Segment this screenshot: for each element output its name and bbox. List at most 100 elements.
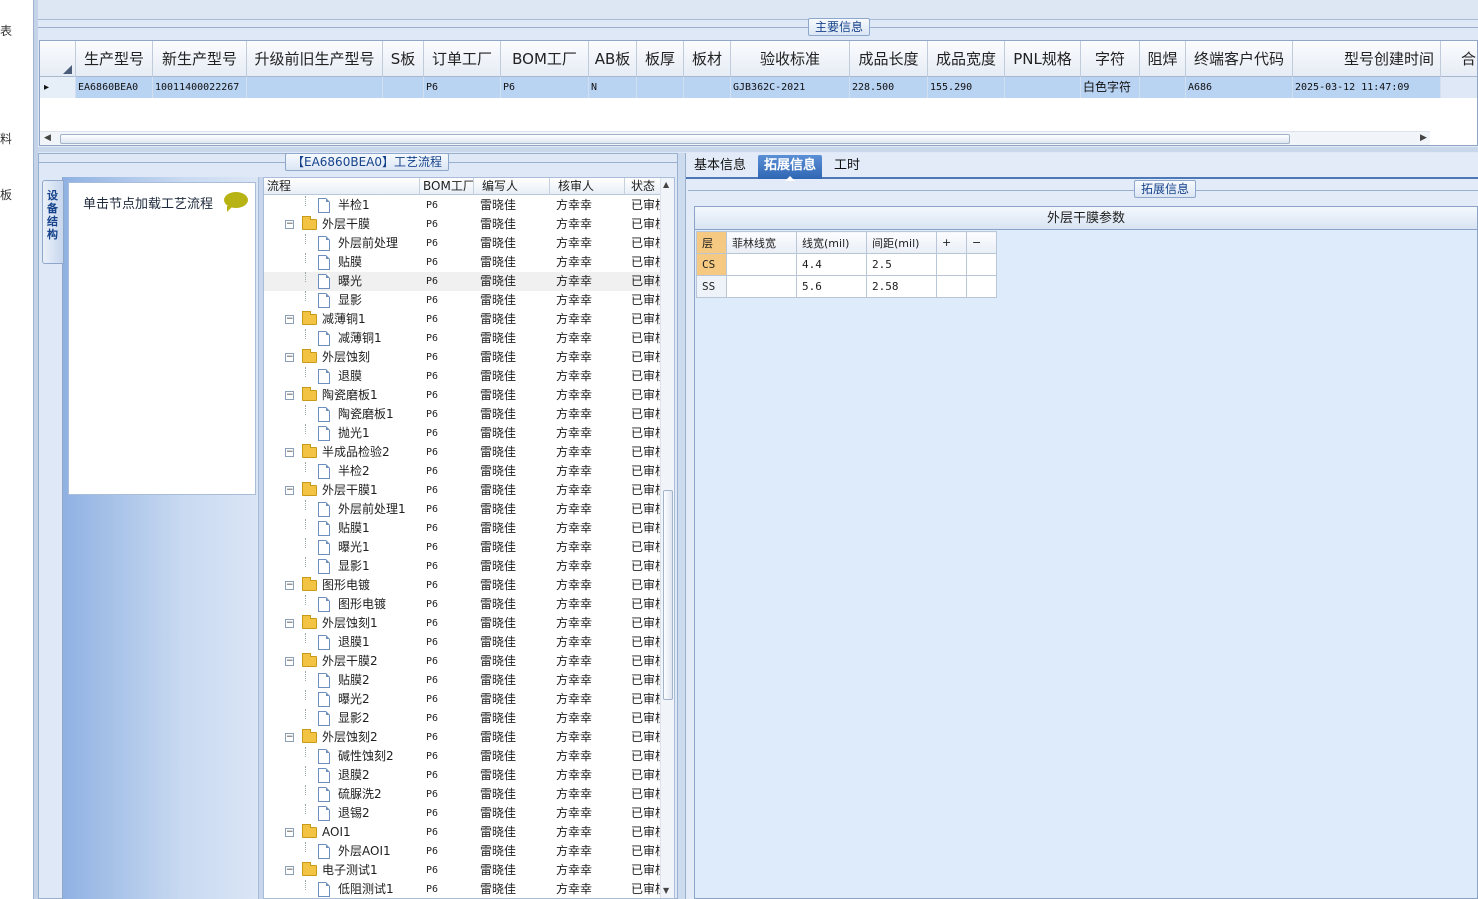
tree-row[interactable]: − 外层干膜1 P6 雷晓佳 方幸幸 已审核: [264, 481, 674, 500]
cell-bom-factory[interactable]: P6: [420, 785, 474, 804]
cell-status[interactable]: 已审核: [625, 519, 665, 538]
cell-writer[interactable]: 雷晓佳: [474, 234, 550, 253]
cell-reviewer[interactable]: 方幸幸: [550, 823, 625, 842]
tree-row[interactable]: − 外层干膜 P6 雷晓佳 方幸幸 已审核: [264, 215, 674, 234]
cell-writer[interactable]: 雷晓佳: [474, 405, 550, 424]
cell-status[interactable]: 已审核: [625, 728, 665, 747]
collapse-toggle-icon[interactable]: −: [285, 828, 294, 837]
cell-status[interactable]: 已审核: [625, 329, 665, 348]
cell-bom-factory[interactable]: P6: [420, 291, 474, 310]
cell-reviewer[interactable]: 方幸幸: [550, 747, 625, 766]
tree-row[interactable]: − 外层蚀刻2 P6 雷晓佳 方幸幸 已审核: [264, 728, 674, 747]
collapse-toggle-icon[interactable]: −: [285, 448, 294, 457]
tree-node[interactable]: 碱性蚀刻2: [264, 747, 420, 766]
tree-node[interactable]: − 外层蚀刻1: [264, 614, 420, 633]
tree-node[interactable]: − 图形电镀: [264, 576, 420, 595]
tree-row[interactable]: − 外层蚀刻 P6 雷晓佳 方幸幸 已审核: [264, 348, 674, 367]
tree-row[interactable]: 显影2 P6 雷晓佳 方幸幸 已审核: [264, 709, 674, 728]
tree-row[interactable]: 显影1 P6 雷晓佳 方幸幸 已审核: [264, 557, 674, 576]
cell-status[interactable]: 已审核: [625, 481, 665, 500]
left-nav-glyph[interactable]: 料: [0, 130, 12, 147]
cell-bom-factory[interactable]: P6: [420, 671, 474, 690]
cell-status[interactable]: 已审核: [625, 709, 665, 728]
tree-node[interactable]: 外层前处理: [264, 234, 420, 253]
tree-row[interactable]: 陶瓷磨板1 P6 雷晓佳 方幸幸 已审核: [264, 405, 674, 424]
cell-layer[interactable]: SS: [696, 275, 727, 298]
collapse-toggle-icon[interactable]: −: [285, 220, 294, 229]
scroll-down-icon[interactable]: ▼: [663, 886, 669, 895]
cell-reviewer[interactable]: 方幸幸: [550, 519, 625, 538]
cell-writer[interactable]: 雷晓佳: [474, 424, 550, 443]
cell-old-model[interactable]: [247, 77, 383, 98]
cell-bom-factory[interactable]: P6: [420, 386, 474, 405]
tree-row[interactable]: 外层前处理 P6 雷晓佳 方幸幸 已审核: [264, 234, 674, 253]
column-header[interactable]: 升级前旧生产型号: [247, 41, 383, 77]
cell-status[interactable]: 已审核: [625, 671, 665, 690]
vertical-scrollbar[interactable]: ▲ ▼: [660, 178, 674, 898]
cell-writer[interactable]: 雷晓佳: [474, 367, 550, 386]
cell-writer[interactable]: 雷晓佳: [474, 709, 550, 728]
cell-status[interactable]: 已审核: [625, 291, 665, 310]
tree-row[interactable]: − 陶瓷磨板1 P6 雷晓佳 方幸幸 已审核: [264, 386, 674, 405]
cell-reviewer[interactable]: 方幸幸: [550, 196, 625, 215]
cell-writer[interactable]: 雷晓佳: [474, 310, 550, 329]
cell-writer[interactable]: 雷晓佳: [474, 690, 550, 709]
scroll-left-icon[interactable]: ◀: [44, 133, 51, 143]
cell-writer[interactable]: 雷晓佳: [474, 842, 550, 861]
cell-writer[interactable]: 雷晓佳: [474, 500, 550, 519]
cell-reviewer[interactable]: 方幸幸: [550, 424, 625, 443]
column-header[interactable]: 验收标准: [731, 41, 850, 77]
cell-status[interactable]: 已审核: [625, 405, 665, 424]
tree-node[interactable]: − 陶瓷磨板1: [264, 386, 420, 405]
tree-row[interactable]: 抛光1 P6 雷晓佳 方幸幸 已审核: [264, 424, 674, 443]
tree-row[interactable]: 碱性蚀刻2 P6 雷晓佳 方幸幸 已审核: [264, 747, 674, 766]
cell-writer[interactable]: 雷晓佳: [474, 652, 550, 671]
cell-writer[interactable]: 雷晓佳: [474, 576, 550, 595]
cell-bom-factory[interactable]: P6: [420, 709, 474, 728]
cell-reviewer[interactable]: 方幸幸: [550, 690, 625, 709]
cell-status[interactable]: 已审核: [625, 633, 665, 652]
tree-row[interactable]: 图形电镀 P6 雷晓佳 方幸幸 已审核: [264, 595, 674, 614]
tree-node[interactable]: 图形电镀: [264, 595, 420, 614]
cell-bom-factory[interactable]: P6: [420, 557, 474, 576]
cell-reviewer[interactable]: 方幸幸: [550, 842, 625, 861]
scroll-up-icon[interactable]: ▲: [663, 180, 669, 189]
cell-status[interactable]: 已审核: [625, 823, 665, 842]
cell-reviewer[interactable]: 方幸幸: [550, 804, 625, 823]
cell-line-width[interactable]: 4.4: [796, 253, 867, 276]
collapse-toggle-icon[interactable]: −: [285, 391, 294, 400]
cell-reviewer[interactable]: 方幸幸: [550, 880, 625, 898]
cell-bom-factory[interactable]: P6: [420, 633, 474, 652]
cell-reviewer[interactable]: 方幸幸: [550, 766, 625, 785]
cell-status[interactable]: 已审核: [625, 766, 665, 785]
tree-row[interactable]: 退膜 P6 雷晓佳 方幸幸 已审核: [264, 367, 674, 386]
cell-status[interactable]: 已审核: [625, 538, 665, 557]
tree-row[interactable]: − 图形电镀 P6 雷晓佳 方幸幸 已审核: [264, 576, 674, 595]
cell-char[interactable]: 白色字符: [1081, 77, 1140, 98]
cell-reviewer[interactable]: 方幸幸: [550, 785, 625, 804]
tree-node[interactable]: 退膜2: [264, 766, 420, 785]
cell-writer[interactable]: 雷晓佳: [474, 633, 550, 652]
cell-status[interactable]: 已审核: [625, 576, 665, 595]
tree-node[interactable]: − 外层蚀刻: [264, 348, 420, 367]
cell-bom-factory[interactable]: P6: [420, 728, 474, 747]
cell-reviewer[interactable]: 方幸幸: [550, 234, 625, 253]
tree-node[interactable]: 贴膜1: [264, 519, 420, 538]
cell-bom-factory[interactable]: P6: [420, 196, 474, 215]
table-row[interactable]: ▸ EA6860BEA0 10011400022267 P6 P6 N GJB3…: [40, 77, 1477, 98]
column-header[interactable]: BOM工厂: [420, 178, 474, 195]
cell-spacing[interactable]: 2.58: [866, 275, 937, 298]
tree-row[interactable]: − 电子测试1 P6 雷晓佳 方幸幸 已审核: [264, 861, 674, 880]
tree-node[interactable]: − 半成品检验2: [264, 443, 420, 462]
cell-status[interactable]: 已审核: [625, 462, 665, 481]
tree-node[interactable]: 贴膜: [264, 253, 420, 272]
cell-status[interactable]: 已审核: [625, 234, 665, 253]
cell-film[interactable]: [726, 275, 797, 298]
cell-writer[interactable]: 雷晓佳: [474, 462, 550, 481]
collapse-toggle-icon[interactable]: −: [285, 581, 294, 590]
tree-node[interactable]: − 外层干膜: [264, 215, 420, 234]
cell-bom-factory[interactable]: P6: [420, 215, 474, 234]
cell-bom-factory[interactable]: P6: [420, 272, 474, 291]
tree-row[interactable]: 贴膜 P6 雷晓佳 方幸幸 已审核: [264, 253, 674, 272]
hint-card[interactable]: 单击节点加载工艺流程: [68, 182, 256, 495]
